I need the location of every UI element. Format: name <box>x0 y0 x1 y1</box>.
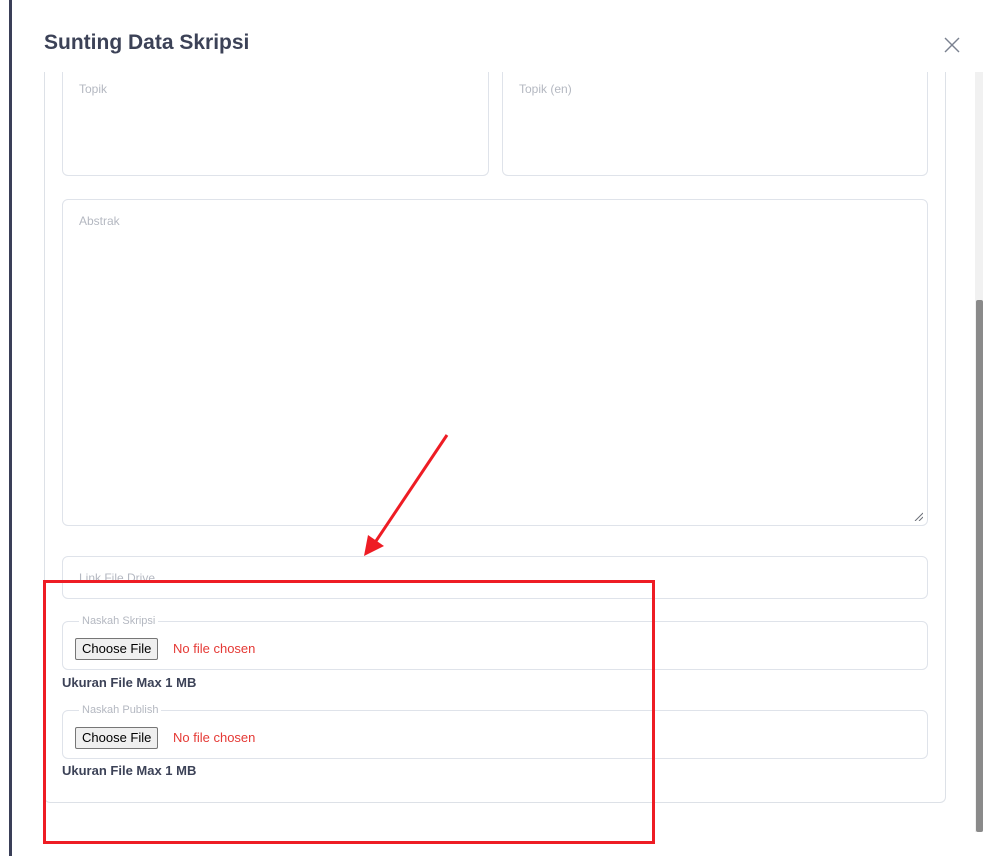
window-edge <box>9 0 12 856</box>
close-icon[interactable] <box>940 33 964 57</box>
abstrak-textarea[interactable]: Abstrak <box>62 199 928 526</box>
page: Sunting Data Skripsi Topik Topik (en) Ab… <box>0 0 983 856</box>
topik-placeholder: Topik <box>79 82 108 96</box>
scrollbar-thumb[interactable] <box>976 300 983 832</box>
abstrak-placeholder: Abstrak <box>79 214 120 228</box>
topik-textarea[interactable]: Topik <box>62 72 489 176</box>
topik-en-placeholder: Topik (en) <box>519 82 572 96</box>
resize-handle-icon[interactable] <box>913 511 923 521</box>
modal-title: Sunting Data Skripsi <box>44 31 250 54</box>
topik-en-textarea[interactable]: Topik (en) <box>502 72 928 176</box>
annotation-highlight-box <box>43 580 655 844</box>
